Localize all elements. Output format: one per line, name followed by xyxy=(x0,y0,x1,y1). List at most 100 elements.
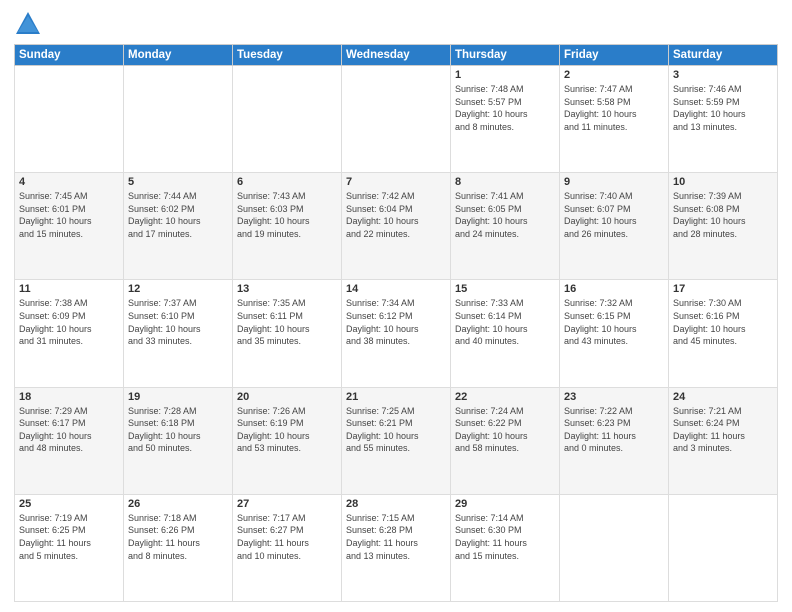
day-info: Sunrise: 7:30 AMSunset: 6:16 PMDaylight:… xyxy=(673,297,773,347)
calendar-cell: 21 Sunrise: 7:25 AMSunset: 6:21 PMDayligh… xyxy=(342,387,451,494)
day-number: 19 xyxy=(128,391,228,403)
calendar-cell: 20 Sunrise: 7:26 AMSunset: 6:19 PMDayligh… xyxy=(233,387,342,494)
calendar-cell: 13 Sunrise: 7:35 AMSunset: 6:11 PMDayligh… xyxy=(233,280,342,387)
day-info: Sunrise: 7:40 AMSunset: 6:07 PMDaylight:… xyxy=(564,190,664,240)
day-number: 13 xyxy=(237,283,337,295)
day-info: Sunrise: 7:38 AMSunset: 6:09 PMDaylight:… xyxy=(19,297,119,347)
calendar-cell: 16 Sunrise: 7:32 AMSunset: 6:15 PMDayligh… xyxy=(560,280,669,387)
calendar-cell: 2Sunrise: 7:47 AMSunset: 5:58 PMDaylight… xyxy=(560,66,669,173)
day-info: Sunrise: 7:25 AMSunset: 6:21 PMDaylight:… xyxy=(346,405,446,455)
day-info: Sunrise: 7:35 AMSunset: 6:11 PMDaylight:… xyxy=(237,297,337,347)
logo xyxy=(14,10,46,38)
day-info: Sunrise: 7:44 AMSunset: 6:02 PMDaylight:… xyxy=(128,190,228,240)
day-number: 14 xyxy=(346,283,446,295)
calendar: SundayMondayTuesdayWednesdayThursdayFrid… xyxy=(14,44,778,602)
day-info: Sunrise: 7:43 AMSunset: 6:03 PMDaylight:… xyxy=(237,190,337,240)
day-number: 22 xyxy=(455,391,555,403)
day-info: Sunrise: 7:21 AMSunset: 6:24 PMDaylight:… xyxy=(673,405,773,455)
calendar-cell: 12 Sunrise: 7:37 AMSunset: 6:10 PMDayligh… xyxy=(124,280,233,387)
day-number: 25 xyxy=(19,498,119,510)
day-info: Sunrise: 7:46 AMSunset: 5:59 PMDaylight:… xyxy=(673,83,773,133)
day-number: 9 xyxy=(564,176,664,188)
day-number: 24 xyxy=(673,391,773,403)
calendar-header-row: SundayMondayTuesdayWednesdayThursdayFrid… xyxy=(15,45,778,66)
calendar-cell xyxy=(669,494,778,601)
day-info: Sunrise: 7:32 AMSunset: 6:15 PMDaylight:… xyxy=(564,297,664,347)
calendar-cell: 10Sunrise: 7:39 AMSunset: 6:08 PMDayligh… xyxy=(669,173,778,280)
calendar-cell: 28 Sunrise: 7:15 AMSunset: 6:28 PMDayligh… xyxy=(342,494,451,601)
calendar-week-3: 11Sunrise: 7:38 AMSunset: 6:09 PMDayligh… xyxy=(15,280,778,387)
calendar-cell: 27 Sunrise: 7:17 AMSunset: 6:27 PMDayligh… xyxy=(233,494,342,601)
calendar-cell: 11Sunrise: 7:38 AMSunset: 6:09 PMDayligh… xyxy=(15,280,124,387)
day-number: 16 xyxy=(564,283,664,295)
calendar-cell: 29 Sunrise: 7:14 AMSunset: 6:30 PMDayligh… xyxy=(451,494,560,601)
day-number: 8 xyxy=(455,176,555,188)
calendar-cell: 9 Sunrise: 7:40 AMSunset: 6:07 PMDaylight… xyxy=(560,173,669,280)
day-number: 29 xyxy=(455,498,555,510)
day-number: 4 xyxy=(19,176,119,188)
day-number: 28 xyxy=(346,498,446,510)
calendar-cell xyxy=(233,66,342,173)
day-number: 3 xyxy=(673,69,773,81)
day-number: 27 xyxy=(237,498,337,510)
day-number: 21 xyxy=(346,391,446,403)
day-info: Sunrise: 7:14 AMSunset: 6:30 PMDaylight:… xyxy=(455,512,555,562)
calendar-week-5: 25 Sunrise: 7:19 AMSunset: 6:25 PMDayligh… xyxy=(15,494,778,601)
calendar-cell xyxy=(124,66,233,173)
calendar-cell: 1 Sunrise: 7:48 AMSunset: 5:57 PMDaylight… xyxy=(451,66,560,173)
day-info: Sunrise: 7:41 AMSunset: 6:05 PMDaylight:… xyxy=(455,190,555,240)
day-info: Sunrise: 7:18 AMSunset: 6:26 PMDaylight:… xyxy=(128,512,228,562)
day-info: Sunrise: 7:33 AMSunset: 6:14 PMDaylight:… xyxy=(455,297,555,347)
day-info: Sunrise: 7:45 AMSunset: 6:01 PMDaylight:… xyxy=(19,190,119,240)
day-number: 20 xyxy=(237,391,337,403)
calendar-cell: 3 Sunrise: 7:46 AMSunset: 5:59 PMDaylight… xyxy=(669,66,778,173)
day-info: Sunrise: 7:17 AMSunset: 6:27 PMDaylight:… xyxy=(237,512,337,562)
page: SundayMondayTuesdayWednesdayThursdayFrid… xyxy=(0,0,792,612)
day-info: Sunrise: 7:26 AMSunset: 6:19 PMDaylight:… xyxy=(237,405,337,455)
day-info: Sunrise: 7:19 AMSunset: 6:25 PMDaylight:… xyxy=(19,512,119,562)
day-info: Sunrise: 7:22 AMSunset: 6:23 PMDaylight:… xyxy=(564,405,664,455)
calendar-header-wednesday: Wednesday xyxy=(342,45,451,66)
calendar-header-tuesday: Tuesday xyxy=(233,45,342,66)
day-number: 6 xyxy=(237,176,337,188)
calendar-cell: 17 Sunrise: 7:30 AMSunset: 6:16 PMDayligh… xyxy=(669,280,778,387)
calendar-cell: 23 Sunrise: 7:22 AMSunset: 6:23 PMDayligh… xyxy=(560,387,669,494)
calendar-cell: 19 Sunrise: 7:28 AMSunset: 6:18 PMDayligh… xyxy=(124,387,233,494)
calendar-week-4: 18Sunrise: 7:29 AMSunset: 6:17 PMDayligh… xyxy=(15,387,778,494)
day-number: 12 xyxy=(128,283,228,295)
calendar-cell: 24 Sunrise: 7:21 AMSunset: 6:24 PMDayligh… xyxy=(669,387,778,494)
calendar-cell xyxy=(560,494,669,601)
calendar-cell: 15 Sunrise: 7:33 AMSunset: 6:14 PMDayligh… xyxy=(451,280,560,387)
day-info: Sunrise: 7:47 AMSunset: 5:58 PMDaylight:… xyxy=(564,83,664,133)
calendar-week-2: 4 Sunrise: 7:45 AMSunset: 6:01 PMDaylight… xyxy=(15,173,778,280)
day-number: 15 xyxy=(455,283,555,295)
day-info: Sunrise: 7:48 AMSunset: 5:57 PMDaylight:… xyxy=(455,83,555,133)
calendar-cell: 5Sunrise: 7:44 AMSunset: 6:02 PMDaylight… xyxy=(124,173,233,280)
calendar-cell: 7 Sunrise: 7:42 AMSunset: 6:04 PMDaylight… xyxy=(342,173,451,280)
day-number: 1 xyxy=(455,69,555,81)
day-number: 17 xyxy=(673,283,773,295)
calendar-cell: 18Sunrise: 7:29 AMSunset: 6:17 PMDayligh… xyxy=(15,387,124,494)
calendar-cell: 25 Sunrise: 7:19 AMSunset: 6:25 PMDayligh… xyxy=(15,494,124,601)
calendar-header-friday: Friday xyxy=(560,45,669,66)
calendar-cell: 22 Sunrise: 7:24 AMSunset: 6:22 PMDayligh… xyxy=(451,387,560,494)
calendar-cell: 14 Sunrise: 7:34 AMSunset: 6:12 PMDayligh… xyxy=(342,280,451,387)
calendar-cell: 26Sunrise: 7:18 AMSunset: 6:26 PMDayligh… xyxy=(124,494,233,601)
day-number: 18 xyxy=(19,391,119,403)
day-info: Sunrise: 7:39 AMSunset: 6:08 PMDaylight:… xyxy=(673,190,773,240)
day-info: Sunrise: 7:24 AMSunset: 6:22 PMDaylight:… xyxy=(455,405,555,455)
calendar-week-1: 1 Sunrise: 7:48 AMSunset: 5:57 PMDaylight… xyxy=(15,66,778,173)
day-info: Sunrise: 7:34 AMSunset: 6:12 PMDaylight:… xyxy=(346,297,446,347)
day-number: 23 xyxy=(564,391,664,403)
day-info: Sunrise: 7:28 AMSunset: 6:18 PMDaylight:… xyxy=(128,405,228,455)
day-info: Sunrise: 7:15 AMSunset: 6:28 PMDaylight:… xyxy=(346,512,446,562)
calendar-cell: 8 Sunrise: 7:41 AMSunset: 6:05 PMDaylight… xyxy=(451,173,560,280)
calendar-cell xyxy=(342,66,451,173)
day-info: Sunrise: 7:37 AMSunset: 6:10 PMDaylight:… xyxy=(128,297,228,347)
header xyxy=(14,10,778,38)
calendar-header-saturday: Saturday xyxy=(669,45,778,66)
day-info: Sunrise: 7:42 AMSunset: 6:04 PMDaylight:… xyxy=(346,190,446,240)
day-number: 7 xyxy=(346,176,446,188)
calendar-header-thursday: Thursday xyxy=(451,45,560,66)
logo-icon xyxy=(14,10,42,38)
